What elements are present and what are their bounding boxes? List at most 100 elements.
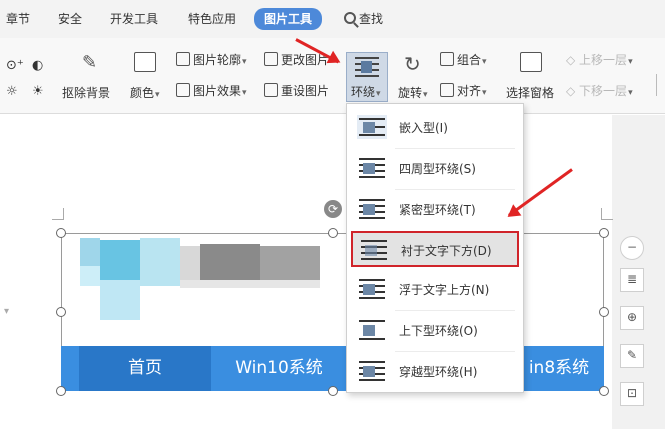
wrap-text-menu: 嵌入型(I) 四周型环绕(S) 紧密型环绕(T) 衬于文字下方(D) 浮于文字上… xyxy=(346,103,524,393)
picture-effect-button[interactable]: 图片效果 xyxy=(176,82,247,99)
top-bottom-wrap-icon xyxy=(357,318,387,342)
contrast-icon[interactable]: ◐ xyxy=(32,58,43,73)
margin-caret-icon: ▾ xyxy=(4,306,10,317)
blurred-logo xyxy=(100,240,140,280)
blurred-logo xyxy=(80,266,100,286)
resize-handle[interactable] xyxy=(599,307,609,317)
tab-picture-tools[interactable]: 图片工具 xyxy=(254,8,323,30)
tab-developer[interactable]: 开发工具 xyxy=(110,9,158,29)
image-color-icon xyxy=(134,52,156,72)
group-label: 组合 xyxy=(457,53,487,67)
blurred-logo xyxy=(140,238,180,286)
remove-background-label: 抠除背景 xyxy=(62,86,111,100)
nav-item-home: 首页 xyxy=(79,346,211,391)
picture-tools-ribbon: ⊙⁺ ◐ ☼ ☀ ✎ 抠除背景 颜色 图片轮廓 图片效果 更改图片 重设图片 xyxy=(0,38,665,114)
resize-handle[interactable] xyxy=(56,307,66,317)
menu-item-label: 嵌入型(I) xyxy=(399,121,448,135)
through-wrap-icon xyxy=(357,359,387,383)
layout-options-icon[interactable]: ≣ xyxy=(620,268,644,292)
resize-handle[interactable] xyxy=(599,228,609,238)
rotate-icon: ↻ xyxy=(404,52,421,76)
blurred-logo xyxy=(80,238,100,266)
menu-item-in-front-of-text[interactable]: 浮于文字上方(N) xyxy=(351,272,519,308)
brightness-up-icon[interactable]: ☼ xyxy=(6,84,18,99)
picture-outline-label: 图片轮廓 xyxy=(193,53,247,67)
menu-separator xyxy=(395,351,515,352)
zoom-in-icon[interactable]: ⊕ xyxy=(620,306,644,330)
reset-image-label: 重设图片 xyxy=(281,84,330,98)
page-corner-mark xyxy=(601,208,613,220)
menu-item-label: 上下型环绕(O) xyxy=(399,324,478,338)
behind-text-icon xyxy=(359,238,389,262)
menu-item-behind-text[interactable]: 衬于文字下方(D) xyxy=(351,231,519,267)
menu-item-label: 衬于文字下方(D) xyxy=(401,244,492,258)
search-icon xyxy=(344,12,356,24)
align-icon xyxy=(440,83,454,97)
wrap-text-button[interactable]: 环绕 xyxy=(346,52,388,102)
change-image-icon xyxy=(264,52,278,66)
align-button[interactable]: 对齐 xyxy=(440,82,487,99)
blurred-logo xyxy=(260,246,320,280)
tab-features[interactable]: 特色应用 xyxy=(188,9,236,29)
bring-forward-label: 上移一层 xyxy=(579,53,633,67)
resize-handle[interactable] xyxy=(56,228,66,238)
nav-item-win10: Win10系统 xyxy=(235,358,323,378)
picture-outline-button[interactable]: 图片轮廓 xyxy=(176,51,247,68)
selection-pane-label: 选择窗格 xyxy=(506,86,555,100)
group-button[interactable]: 组合 xyxy=(440,51,487,68)
resize-handle[interactable] xyxy=(599,386,609,396)
selection-pane-icon xyxy=(520,52,542,72)
effect-icon xyxy=(176,83,190,97)
resize-handle[interactable] xyxy=(328,386,338,396)
rotate-button[interactable]: ↻ 旋转 xyxy=(396,44,436,106)
menu-separator xyxy=(395,148,515,149)
bring-forward-icon: ◇ xyxy=(566,53,580,67)
blurred-logo xyxy=(180,246,200,280)
app-window: 章节 安全 开发工具 特色应用 图片工具 查找 ⊙⁺ ◐ ☼ ☀ ✎ 抠除背景 … xyxy=(0,0,665,429)
menu-item-through[interactable]: 穿越型环绕(H) xyxy=(351,354,519,390)
send-backward-button[interactable]: ◇ 下移一层 xyxy=(566,82,633,99)
brightness-down-icon[interactable]: ☀ xyxy=(32,84,44,99)
blurred-logo xyxy=(180,280,320,288)
remove-background-button[interactable]: ✎ 抠除背景 xyxy=(60,44,120,106)
menu-item-top-bottom[interactable]: 上下型环绕(O) xyxy=(351,313,519,349)
in-front-of-text-icon xyxy=(357,277,387,301)
align-label: 对齐 xyxy=(457,84,487,98)
tab-security[interactable]: 安全 xyxy=(58,9,82,29)
bring-forward-button[interactable]: ◇ 上移一层 xyxy=(566,51,633,68)
crop-adjust-icon[interactable]: ⊙⁺ xyxy=(6,58,24,73)
color-label: 颜色 xyxy=(130,84,160,101)
menu-item-label: 紧密型环绕(T) xyxy=(399,203,476,217)
color-button[interactable]: 颜色 xyxy=(128,44,168,106)
search-button[interactable]: 查找 xyxy=(344,9,383,29)
outline-icon xyxy=(176,52,190,66)
search-label: 查找 xyxy=(359,12,384,26)
blurred-logo xyxy=(200,244,260,280)
menu-item-label: 四周型环绕(S) xyxy=(399,162,476,176)
menu-item-square[interactable]: 四周型环绕(S) xyxy=(351,151,519,187)
rotate-handle-icon[interactable]: ⟳ xyxy=(324,200,342,218)
group-icon xyxy=(440,52,454,66)
menu-item-tight[interactable]: 紧密型环绕(T) xyxy=(351,192,519,228)
selection-pane-button[interactable]: 选择窗格 xyxy=(504,44,560,106)
blurred-logo xyxy=(100,280,140,320)
ribbon-tab-bar: 章节 安全 开发工具 特色应用 图片工具 查找 xyxy=(0,0,665,38)
resize-handle[interactable] xyxy=(328,228,338,238)
edit-image-icon[interactable]: ✎ xyxy=(620,344,644,368)
menu-item-label: 穿越型环绕(H) xyxy=(399,365,478,379)
reset-image-button[interactable]: 重设图片 xyxy=(264,82,329,99)
ribbon-divider xyxy=(656,74,657,96)
resize-handle[interactable] xyxy=(56,386,66,396)
send-backward-icon: ◇ xyxy=(566,84,580,98)
rotate-label: 旋转 xyxy=(398,84,428,101)
reset-image-icon xyxy=(264,83,278,97)
zoom-out-icon[interactable]: − xyxy=(620,236,644,260)
tight-wrap-icon xyxy=(357,197,387,221)
square-wrap-icon xyxy=(357,156,387,180)
tab-chapter[interactable]: 章节 xyxy=(6,9,30,29)
crop-icon[interactable]: ⊡ xyxy=(620,382,644,406)
page-corner-mark xyxy=(52,208,64,220)
wrap-text-label: 环绕 xyxy=(351,83,381,100)
menu-item-inline[interactable]: 嵌入型(I) xyxy=(351,110,519,146)
nav-item-win8: in8系统 xyxy=(528,358,590,378)
